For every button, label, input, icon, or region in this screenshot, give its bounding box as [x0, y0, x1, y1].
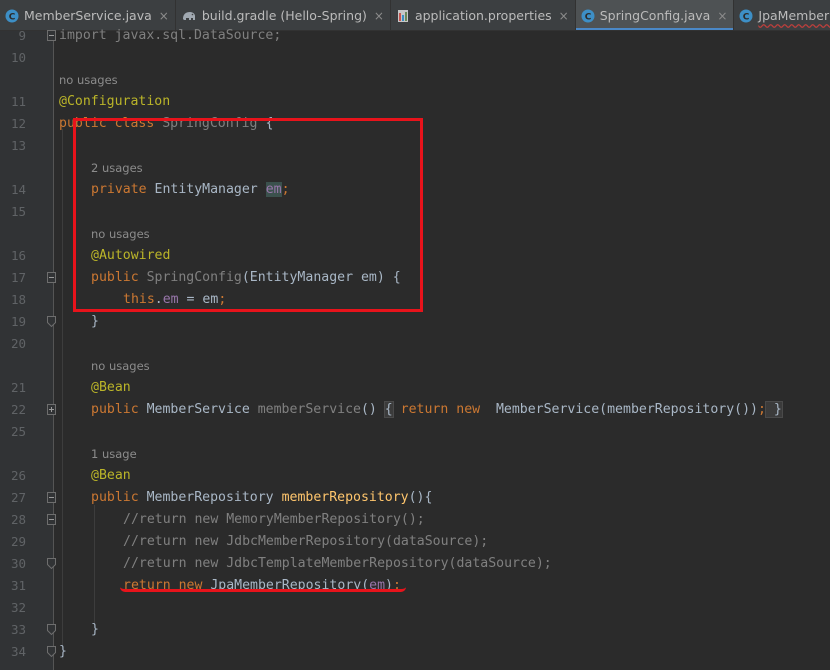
line-number: 27 [10, 490, 26, 505]
code-text: @Configuration [59, 94, 171, 109]
code-line: 32 [0, 597, 830, 619]
code-line: 19 } [0, 311, 830, 333]
line-number: 29 [10, 534, 26, 549]
code-text: @Bean [91, 380, 131, 395]
code-comment: //return new JdbcTemplateMemberRepositor… [123, 556, 552, 571]
java-class-icon: C [5, 9, 19, 22]
fold-collapse-icon[interactable] [47, 30, 56, 41]
fold-end-icon[interactable] [47, 316, 56, 327]
java-class-icon: C [581, 9, 595, 22]
code-line: 27 public MemberRepository memberReposit… [0, 487, 830, 509]
line-number: 26 [10, 468, 26, 483]
line-number: 31 [10, 578, 26, 593]
line-number: 30 [10, 556, 26, 571]
code-text: @Bean [91, 468, 131, 483]
gradle-elephant-icon [182, 11, 195, 20]
code-line: 10 [0, 47, 830, 69]
line-number: 15 [10, 204, 26, 219]
fold-expand-icon[interactable] [47, 404, 56, 415]
line-number: 10 [10, 50, 26, 65]
line-number: 34 [10, 644, 26, 659]
close-icon[interactable]: × [717, 9, 727, 23]
close-icon[interactable]: × [374, 9, 384, 23]
usages-hint[interactable]: no usages [59, 69, 118, 91]
code-line: 25 [0, 421, 830, 443]
tab-label: JpaMemberRepository.java [758, 8, 830, 23]
line-number: 32 [10, 600, 26, 615]
tab-label: application.properties [414, 8, 552, 23]
fold-collapse-icon[interactable] [47, 492, 56, 503]
tab-label: SpringConfig.java [599, 8, 711, 23]
fold-end-icon[interactable] [47, 646, 56, 657]
line-number: 14 [10, 182, 26, 197]
code-line: 28 //return new MemoryMemberRepository()… [0, 509, 830, 531]
svg-text:C: C [743, 12, 750, 22]
code-line: 34 } [0, 641, 830, 663]
line-number: 9 [18, 28, 26, 43]
close-icon[interactable]: × [159, 9, 169, 23]
close-icon[interactable]: × [559, 9, 569, 23]
code-line: 20 [0, 333, 830, 355]
fold-end-icon[interactable] [47, 558, 56, 569]
code-comment: //return new MemoryMemberRepository(); [123, 512, 425, 527]
line-number: 21 [10, 380, 26, 395]
svg-text:C: C [9, 12, 16, 22]
fold-collapse-icon[interactable] [47, 272, 56, 283]
code-text: public MemberService memberService() { r… [91, 401, 783, 418]
line-number: 19 [10, 314, 26, 329]
code-line: 29 //return new JdbcMemberRepository(dat… [0, 531, 830, 553]
fold-collapse-icon[interactable] [47, 514, 56, 525]
code-comment: //return new JdbcMemberRepository(dataSo… [123, 534, 489, 549]
line-number: 20 [10, 336, 26, 351]
line-number: 13 [10, 138, 26, 153]
code-line: 21 @Bean [0, 377, 830, 399]
code-line: 31 return new JpaMemberRepository(em); [0, 575, 830, 597]
line-number: 28 [10, 512, 26, 527]
tab-label: build.gradle (Hello-Spring) [201, 8, 367, 23]
java-class-icon: C [739, 9, 753, 22]
line-number: 25 [10, 424, 26, 439]
line-number: 11 [10, 94, 26, 109]
code-text: } [91, 622, 99, 637]
code-line: 11 @Configuration [0, 91, 830, 113]
code-text: public MemberRepository memberRepository… [91, 490, 433, 505]
code-text: import javax.sql.DataSource; [59, 28, 282, 43]
annotation-highlight-box [73, 118, 423, 312]
line-number: 33 [10, 622, 26, 637]
line-number: 18 [10, 292, 26, 307]
inlay-hint-line: no usages [0, 355, 830, 377]
code-line: 30 //return new JdbcTemplateMemberReposi… [0, 553, 830, 575]
code-text: return new JpaMemberRepository(em); [123, 578, 401, 593]
usages-hint[interactable]: 1 usage [91, 443, 137, 465]
tab-label: MemberService.java [24, 8, 152, 23]
code-line: 22 public MemberService memberService() … [0, 399, 830, 421]
code-text: } [59, 644, 67, 659]
inlay-hint-line: 1 usage [0, 443, 830, 465]
properties-file-icon [397, 9, 408, 22]
fold-end-icon[interactable] [47, 624, 56, 635]
code-line: 26 @Bean [0, 465, 830, 487]
annotation-underline [120, 587, 406, 592]
inlay-hint-line: no usages [0, 69, 830, 91]
svg-text:C: C [584, 12, 591, 22]
line-number: 22 [10, 402, 26, 417]
code-line: 9 import javax.sql.DataSource; [0, 25, 830, 47]
usages-hint[interactable]: no usages [91, 355, 150, 377]
code-text: } [91, 314, 99, 329]
line-number: 16 [10, 248, 26, 263]
line-number: 12 [10, 116, 26, 131]
line-number: 17 [10, 270, 26, 285]
code-line: 33 } [0, 619, 830, 641]
